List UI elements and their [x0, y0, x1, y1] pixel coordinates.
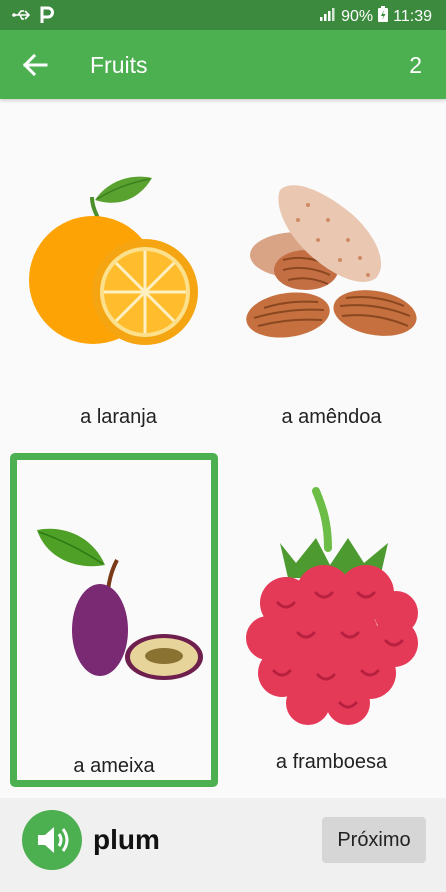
- next-button[interactable]: Próximo: [322, 817, 426, 863]
- card-plum[interactable]: a ameixa: [10, 453, 218, 787]
- orange-image: [15, 130, 222, 400]
- bottom-bar: plum Próximo: [0, 798, 446, 892]
- page-title: Fruits: [90, 52, 148, 78]
- status-bar: 90% 11:39: [0, 0, 446, 30]
- score-counter: 2: [409, 52, 422, 78]
- translation-word: plum: [93, 824, 160, 855]
- almond-image: [228, 130, 435, 400]
- speaker-icon[interactable]: [22, 810, 82, 870]
- card-label: a ameixa: [73, 755, 155, 777]
- card-label: a amêndoa: [281, 406, 382, 428]
- usb-icon: [12, 8, 32, 27]
- card-orange[interactable]: a laranja: [15, 130, 222, 460]
- plum-image: [17, 460, 224, 730]
- card-label: a laranja: [80, 406, 157, 428]
- clock: 11:39: [393, 7, 432, 25]
- card-almond[interactable]: a amêndoa: [228, 130, 435, 460]
- arrow-left-icon[interactable]: [18, 48, 52, 82]
- battery-charging-icon: [377, 5, 389, 28]
- card-raspberry[interactable]: a framboesa: [228, 453, 435, 783]
- battery-text: 90%: [341, 7, 374, 25]
- raspberry-image: [228, 453, 435, 725]
- card-label: a framboesa: [275, 751, 388, 773]
- p-app-icon: [40, 6, 54, 29]
- app-bar: Fruits 2: [0, 30, 446, 99]
- signal-icon: [319, 6, 337, 27]
